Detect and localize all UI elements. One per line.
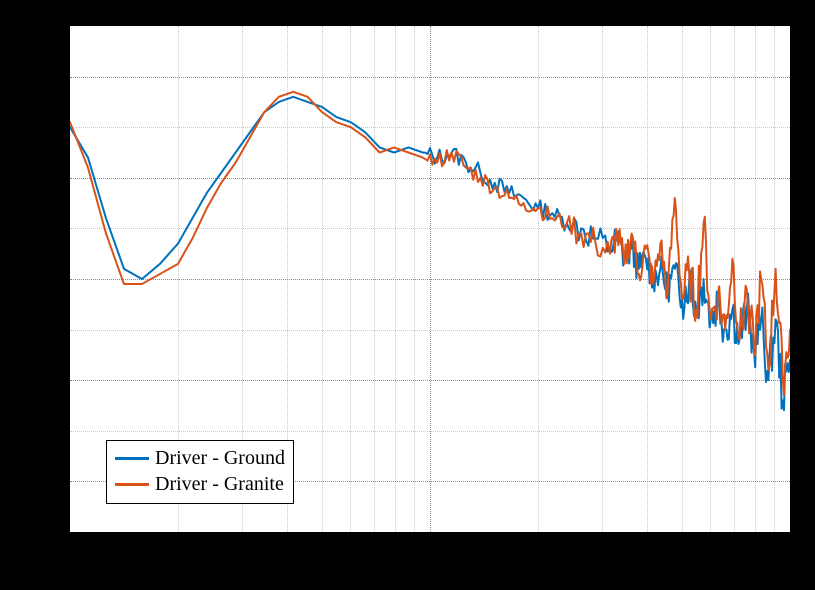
legend-swatch (115, 457, 149, 460)
legend-swatch (115, 483, 149, 486)
legend: Driver - GroundDriver - Granite (106, 440, 294, 504)
legend-label: Driver - Granite (155, 471, 284, 497)
legend-label: Driver - Ground (155, 445, 285, 471)
series-0 (70, 97, 790, 410)
plot-area: Driver - GroundDriver - Granite (68, 24, 792, 534)
legend-item: Driver - Ground (115, 445, 285, 471)
legend-item: Driver - Granite (115, 471, 285, 497)
chart-root: Driver - GroundDriver - Granite (0, 0, 815, 590)
